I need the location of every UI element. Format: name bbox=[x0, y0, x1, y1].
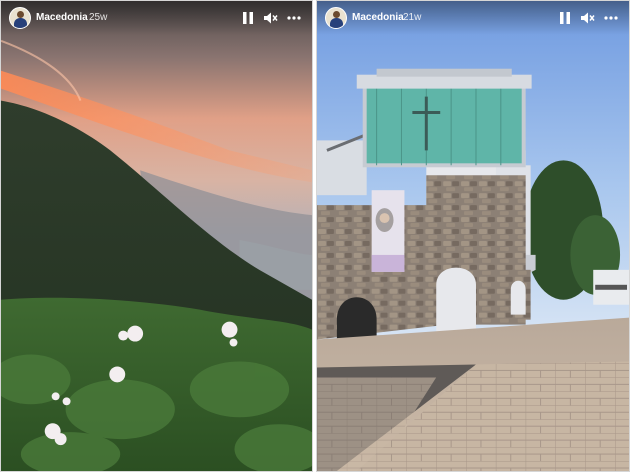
avatar[interactable] bbox=[325, 7, 347, 29]
story-panel-right[interactable]: Macedonia 21w bbox=[316, 0, 630, 472]
speaker-muted-icon[interactable] bbox=[262, 10, 278, 26]
story-photo-mountain bbox=[1, 1, 312, 471]
speaker-muted-icon[interactable] bbox=[579, 10, 595, 26]
story-panel-left[interactable]: Macedonia 25w bbox=[0, 0, 313, 472]
pause-icon[interactable] bbox=[557, 10, 573, 26]
account-name[interactable]: Macedonia bbox=[36, 12, 88, 23]
more-horizontal-icon[interactable] bbox=[286, 10, 302, 26]
avatar[interactable] bbox=[9, 7, 31, 29]
story-photo-memorial bbox=[317, 1, 629, 471]
post-age: 25w bbox=[89, 12, 108, 23]
story-header: Macedonia 21w bbox=[317, 1, 629, 35]
pause-icon[interactable] bbox=[240, 10, 256, 26]
post-age: 21w bbox=[403, 12, 422, 23]
story-header: Macedonia 25w bbox=[1, 1, 312, 35]
more-horizontal-icon[interactable] bbox=[603, 10, 619, 26]
account-name[interactable]: Macedonia bbox=[352, 12, 404, 23]
